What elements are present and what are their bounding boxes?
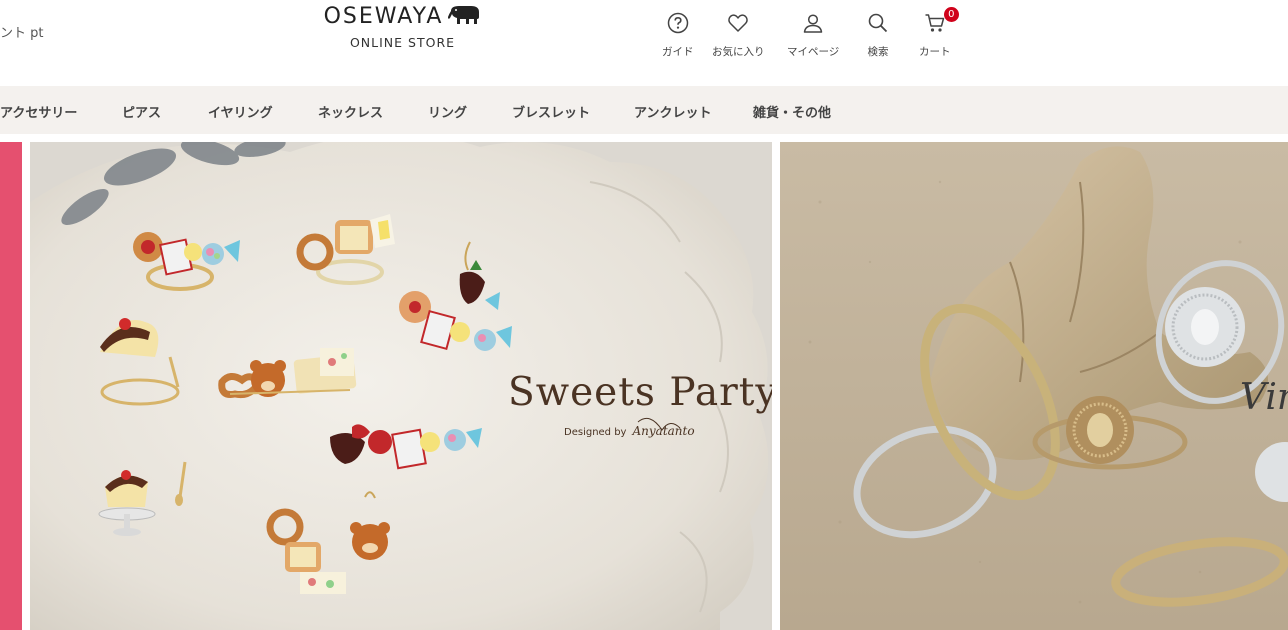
logo-text: OSEWAYA — [323, 4, 444, 29]
elephant-icon — [447, 5, 481, 29]
heart-icon — [727, 12, 749, 38]
nav-item-pierce[interactable]: ピアス — [122, 102, 161, 121]
cart-count-badge: 0 — [943, 7, 959, 22]
nav-item-accessory[interactable]: アクセサリー — [0, 102, 77, 121]
banner-right-text: Vin — [1240, 377, 1288, 418]
nav-item-goods-other[interactable]: 雑貨・その他 — [753, 102, 831, 121]
category-nav: アクセサリー ピアス イヤリング ネックレス リング ブレスレット アンクレット… — [0, 86, 1288, 134]
nav-item-ring[interactable]: リング — [428, 102, 467, 121]
person-icon — [802, 12, 824, 38]
question-circle-icon — [667, 12, 689, 38]
mypage-link[interactable]: マイページ — [787, 12, 839, 59]
logo-subtitle: ONLINE STORE — [349, 35, 456, 50]
search-link[interactable]: 検索 — [867, 12, 889, 59]
guide-label: ガイド — [662, 46, 694, 58]
banner-designed-by: Designed by Anyatanto — [564, 424, 695, 438]
nav-item-anklet[interactable]: アンクレット — [634, 102, 711, 121]
banner-sweets-party[interactable]: Sweets Party Designed by Anyatanto — [30, 142, 772, 630]
banner-previous-slide[interactable] — [0, 142, 22, 630]
site-header: ント pt OSEWAYA ONLINE STORE ガイド お気に入り マイペ… — [0, 0, 1288, 86]
site-logo[interactable]: OSEWAYA ONLINE STORE — [310, 4, 495, 50]
search-label: 検索 — [867, 46, 889, 58]
banner-vintage-bangles-image — [780, 142, 1288, 630]
points-display: ント pt — [0, 26, 44, 41]
nav-item-necklace[interactable]: ネックレス — [318, 102, 383, 121]
nav-item-earring[interactable]: イヤリング — [208, 102, 273, 121]
banner-vintage-bangles[interactable]: Vin — [780, 142, 1288, 630]
mypage-label: マイページ — [787, 46, 840, 58]
cart-label: カート — [919, 46, 951, 58]
banner-title: Sweets Party — [508, 370, 772, 415]
guide-link[interactable]: ガイド — [662, 12, 694, 59]
designed-by-label: Designed by — [564, 427, 627, 438]
favorites-link[interactable]: お気に入り — [712, 12, 765, 59]
search-icon — [867, 12, 889, 38]
favorites-label: お気に入り — [712, 46, 765, 58]
designer-signature: Anyatanto — [632, 424, 695, 438]
cart-icon: 0 — [924, 7, 959, 38]
nav-item-bracelet[interactable]: ブレスレット — [512, 102, 590, 121]
cart-link[interactable]: 0 カート — [919, 7, 959, 59]
